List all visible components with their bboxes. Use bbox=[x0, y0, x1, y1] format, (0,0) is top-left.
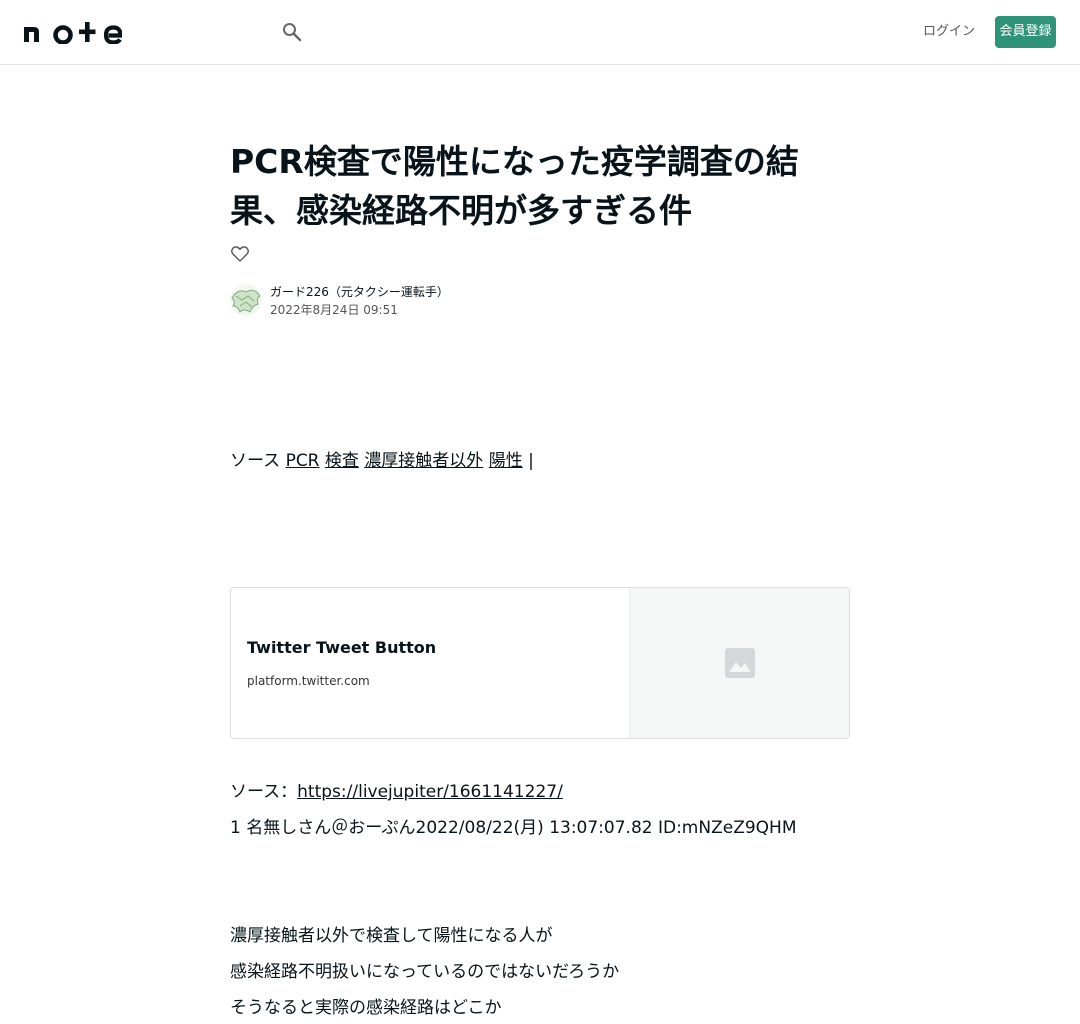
site-header: ログイン 会員登録 bbox=[0, 0, 1080, 65]
image-placeholder-icon bbox=[725, 648, 755, 678]
heart-icon bbox=[231, 246, 249, 262]
embed-title: Twitter Tweet Button bbox=[247, 638, 437, 657]
login-link[interactable]: ログイン bbox=[920, 22, 978, 42]
post-line: 1 名無しさん＠おーぷん2022/08/22(月) 13:07:07.82 ID… bbox=[230, 818, 797, 838]
tag-link-non-contact[interactable]: 濃厚接触者以外 bbox=[364, 451, 483, 471]
embed-domain: platform.twitter.com bbox=[247, 674, 370, 688]
tag-link-test[interactable]: 検査 bbox=[325, 451, 359, 471]
source-link[interactable]: https://livejupiter/1661141227/ bbox=[297, 782, 563, 802]
signup-button[interactable]: 会員登録 bbox=[995, 16, 1056, 48]
body-line-3: そうなると実際の感染経路はどこか bbox=[230, 998, 502, 1018]
post-date: 2022年8月24日 09:51 bbox=[270, 303, 398, 317]
search-icon bbox=[283, 23, 302, 42]
tags-line: ソース PCR 検査 濃厚接触者以外 陽性 | bbox=[230, 448, 534, 474]
tag-link-positive[interactable]: 陽性 bbox=[489, 451, 523, 471]
article-title: PCR検査で陽性になった疫学調査の結果、感染経路不明が多すぎる件 bbox=[230, 142, 799, 230]
author-avatar[interactable] bbox=[230, 284, 262, 316]
tag-link-pcr[interactable]: PCR bbox=[286, 451, 320, 471]
tags-suffix: | bbox=[528, 451, 534, 471]
note-logo[interactable] bbox=[24, 20, 122, 44]
embed-card[interactable]: Twitter Tweet Button platform.twitter.co… bbox=[230, 587, 850, 739]
search-button[interactable] bbox=[280, 20, 304, 44]
source-prefix: ソース： bbox=[230, 782, 298, 802]
author-name[interactable]: ガード226（元タクシー運転手） bbox=[270, 284, 449, 300]
embed-thumbnail bbox=[629, 588, 849, 738]
like-button[interactable] bbox=[230, 244, 250, 264]
tags-prefix: ソース bbox=[230, 451, 281, 471]
source-line: ソース：https://livejupiter/1661141227/ bbox=[230, 779, 563, 805]
body-line-1: 濃厚接触者以外で検査して陽性になる人が bbox=[230, 926, 553, 946]
body-line-2: 感染経路不明扱いになっているのではないだろうか bbox=[230, 962, 620, 982]
avatar-image bbox=[230, 284, 262, 316]
